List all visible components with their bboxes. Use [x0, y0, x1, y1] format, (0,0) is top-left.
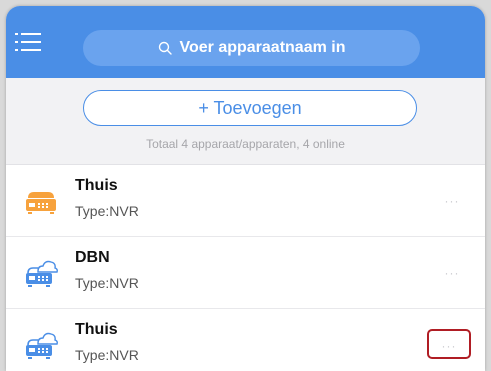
- device-row[interactable]: DBN Type:NVR ···: [6, 237, 485, 309]
- top-bar: Voer apparaatnaam in: [6, 6, 485, 78]
- device-row[interactable]: Thuis Type:NVR ···: [6, 165, 485, 237]
- app-window: Voer apparaatnaam in + Toevoegen Totaal …: [6, 6, 485, 371]
- search-icon: [158, 41, 172, 55]
- toolbar-area: + Toevoegen Totaal 4 apparaat/apparaten,…: [6, 78, 485, 165]
- search-placeholder: Voer apparaatnaam in: [179, 39, 346, 56]
- device-summary: Totaal 4 apparaat/apparaten, 4 online: [146, 137, 345, 151]
- device-name: Thuis: [75, 177, 118, 194]
- device-list: Thuis Type:NVR ··· DBN Type:NVR ··· Thui…: [6, 165, 485, 371]
- device-name: DBN: [75, 249, 110, 266]
- device-type: Type:NVR: [75, 203, 139, 219]
- hamburger-menu-icon: [15, 33, 41, 51]
- device-row[interactable]: Thuis Type:NVR ···: [6, 309, 485, 371]
- search-input[interactable]: Voer apparaatnaam in: [83, 30, 420, 66]
- more-options-button[interactable]: ···: [427, 329, 471, 359]
- nvr-cloud-icon: [26, 260, 58, 287]
- more-options-button[interactable]: ···: [438, 265, 466, 281]
- menu-button[interactable]: [14, 30, 42, 54]
- device-type: Type:NVR: [75, 275, 139, 291]
- device-name: Thuis: [75, 321, 118, 338]
- nvr-cloud-icon: [26, 332, 58, 359]
- nvr-orange-icon: [26, 192, 56, 214]
- device-type: Type:NVR: [75, 347, 139, 363]
- more-options-button[interactable]: ···: [438, 193, 466, 209]
- add-device-button[interactable]: + Toevoegen: [83, 90, 417, 126]
